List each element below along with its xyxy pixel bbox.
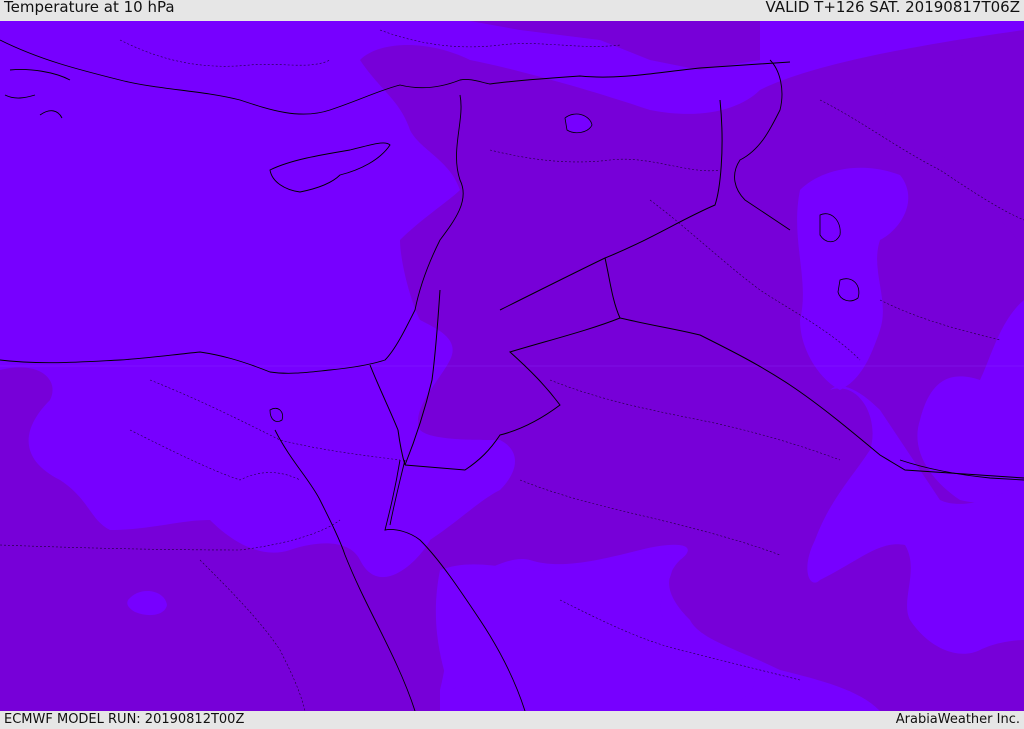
footer-bar: ECMWF MODEL RUN: 20190812T00Z ArabiaWeat… [0, 711, 1024, 729]
credit-text: ArabiaWeather Inc. [895, 712, 1020, 727]
header-bar: Temperature at 10 hPa VALID T+126 SAT. 2… [0, 0, 1024, 21]
map-title: Temperature at 10 hPa [4, 0, 175, 16]
map-canvas [0, 21, 1024, 711]
map-svg [0, 21, 1024, 711]
valid-time: VALID T+126 SAT. 20190817T06Z [765, 0, 1020, 16]
model-run: ECMWF MODEL RUN: 20190812T00Z [4, 712, 245, 727]
